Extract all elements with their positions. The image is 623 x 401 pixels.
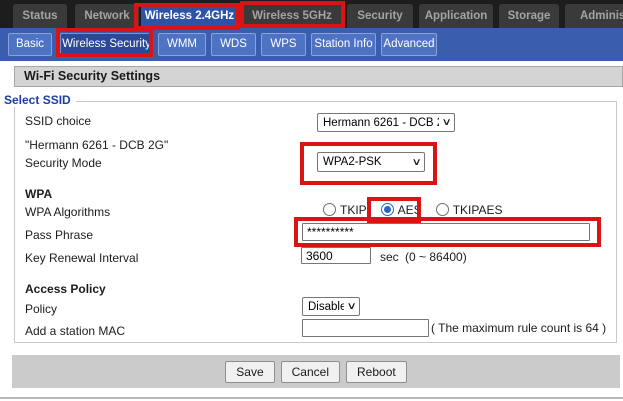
tab-status[interactable]: Status	[13, 4, 67, 28]
subtab-wds[interactable]: WDS	[211, 33, 256, 56]
radio-aes-label: AES	[398, 203, 422, 217]
subtab-advanced[interactable]: Advanced	[381, 33, 437, 56]
pass-phrase-input[interactable]	[302, 223, 590, 241]
subtab-basic[interactable]: Basic	[8, 33, 52, 56]
save-button[interactable]: Save	[225, 361, 274, 383]
tab-wireless-5ghz[interactable]: Wireless 5GHz	[243, 4, 341, 28]
radio-tkip-label: TKIP	[340, 203, 367, 217]
ssid-choice-value: Hermann 6261 - DCB 2G	[323, 117, 439, 129]
subtab-wps[interactable]: WPS	[261, 33, 306, 56]
tab-security[interactable]: Security	[347, 4, 413, 28]
ssid-choice-label: SSID choice	[25, 114, 91, 128]
station-mac-label: Add a station MAC	[25, 324, 125, 338]
chevron-down-icon: ∨	[441, 117, 451, 128]
wpa-algorithms-radio-group: TKIP AES TKIPAES	[323, 202, 502, 217]
sub-nav-bar: Basic Wireless Security WMM WDS WPS Stat…	[0, 28, 623, 61]
policy-value: Disable	[308, 301, 344, 313]
ssid-choice-select[interactable]: Hermann 6261 - DCB 2G ∨	[317, 113, 455, 132]
wpa-section-heading: WPA	[25, 187, 52, 201]
key-renewal-range: (0 ~ 86400)	[405, 250, 467, 264]
reboot-button[interactable]: Reboot	[346, 361, 407, 383]
tab-storage[interactable]: Storage	[499, 4, 559, 28]
page-bottom-border	[0, 397, 623, 399]
security-mode-label: Security Mode	[25, 156, 102, 170]
radio-tkip[interactable]: TKIP	[323, 203, 367, 217]
policy-select[interactable]: Disable ∨	[302, 297, 360, 316]
station-mac-input[interactable]	[302, 319, 429, 337]
chevron-down-icon: ∨	[411, 157, 421, 168]
tab-application[interactable]: Application	[419, 4, 493, 28]
select-ssid-legend: Select SSID	[2, 93, 76, 107]
cancel-button[interactable]: Cancel	[281, 361, 340, 383]
wpa-algorithms-label: WPA Algorithms	[25, 205, 110, 219]
tab-administration[interactable]: Administra	[565, 4, 623, 28]
subtab-wireless-security[interactable]: Wireless Security	[60, 33, 153, 56]
tab-wireless-24ghz[interactable]: Wireless 2.4GHz	[141, 4, 238, 28]
subtab-wmm[interactable]: WMM	[158, 33, 206, 56]
access-policy-heading: Access Policy	[25, 282, 106, 296]
footer-button-bar: Save Cancel Reboot	[12, 355, 620, 388]
security-mode-select[interactable]: WPA2-PSK ∨	[317, 152, 425, 172]
security-mode-value: WPA2-PSK	[323, 156, 409, 168]
radio-tkipaes[interactable]: TKIPAES	[436, 203, 503, 217]
radio-aes[interactable]: AES	[381, 203, 422, 217]
radio-circle-icon	[381, 203, 394, 216]
key-renewal-unit: sec	[380, 250, 399, 264]
key-renewal-label: Key Renewal Interval	[25, 251, 138, 265]
page-title: Wi-Fi Security Settings	[14, 66, 623, 87]
subtab-station-info[interactable]: Station Info	[311, 33, 376, 56]
station-mac-note: ( The maximum rule count is 64 )	[431, 321, 606, 335]
radio-circle-icon	[323, 203, 336, 216]
top-nav-bar: Status Network Wireless 2.4GHz Wireless …	[0, 0, 623, 28]
router-admin-page: Status Network Wireless 2.4GHz Wireless …	[0, 0, 623, 401]
chevron-down-icon: ∨	[346, 301, 356, 312]
key-renewal-input[interactable]	[301, 247, 371, 264]
radio-tkipaes-label: TKIPAES	[453, 203, 503, 217]
ssid-note: "Hermann 6261 - DCB 2G"	[25, 138, 168, 152]
radio-circle-icon	[436, 203, 449, 216]
tab-network[interactable]: Network	[75, 4, 139, 28]
policy-label: Policy	[25, 302, 57, 316]
pass-phrase-label: Pass Phrase	[25, 228, 93, 242]
